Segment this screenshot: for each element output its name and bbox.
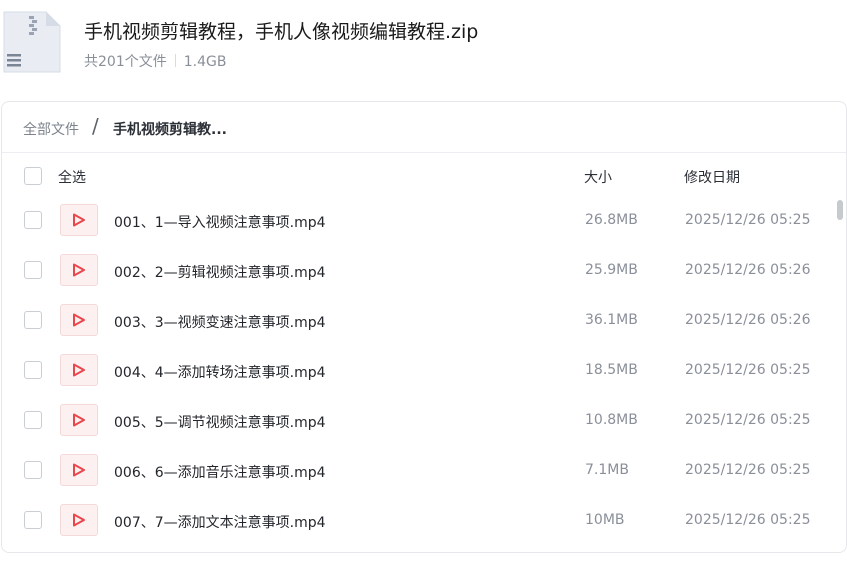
file-row[interactable]: 005、5—调节视频注意事项.mp4 10.8MB 2025/12/26 05:…	[2, 400, 846, 450]
file-modified-date: 2025/12/26 05:25	[685, 512, 811, 528]
select-all-checkbox[interactable]	[24, 167, 42, 185]
file-name[interactable]: 003、3—视频变速注意事项.mp4	[114, 312, 326, 332]
video-file-icon	[60, 354, 98, 386]
archive-title: 手机视频剪辑教程，手机人像视频编辑教程.zip	[84, 21, 479, 43]
file-row[interactable]: 006、6—添加音乐注意事项.mp4 7.1MB 2025/12/26 05:2…	[2, 450, 846, 500]
video-file-icon	[60, 204, 98, 236]
file-row[interactable]: 003、3—视频变速注意事项.mp4 36.1MB 2025/12/26 05:…	[2, 300, 846, 350]
file-size: 10.8MB	[585, 412, 638, 428]
row-checkbox[interactable]	[24, 311, 42, 329]
meta-divider	[174, 54, 176, 67]
file-name[interactable]: 006、6—添加音乐注意事项.mp4	[114, 462, 326, 482]
row-checkbox[interactable]	[24, 211, 42, 229]
file-name[interactable]: 005、5—调节视频注意事项.mp4	[114, 412, 326, 432]
file-row[interactable]: 007、7—添加文本注意事项.mp4 10MB 2025/12/26 05:25	[2, 500, 846, 550]
file-name[interactable]: 004、4—添加转场注意事项.mp4	[114, 362, 326, 382]
column-header-size[interactable]: 大小	[584, 167, 612, 187]
video-file-icon	[60, 404, 98, 436]
breadcrumb-current: 手机视频剪辑教...	[113, 122, 227, 138]
file-name[interactable]: 002、2—剪辑视频注意事项.mp4	[114, 262, 326, 282]
video-file-icon	[60, 304, 98, 336]
file-size: 10MB	[585, 512, 625, 528]
file-list-panel: 全部文件 / 手机视频剪辑教... 全选 大小 修改日期 001、1—导入视频注…	[1, 101, 847, 553]
file-size: 7.1MB	[585, 462, 629, 478]
file-size: 36.1MB	[585, 312, 638, 328]
file-modified-date: 2025/12/26 05:26	[685, 312, 811, 328]
file-row[interactable]: 001、1—导入视频注意事项.mp4 26.8MB 2025/12/26 05:…	[2, 200, 846, 250]
breadcrumb-root-link[interactable]: 全部文件	[23, 119, 79, 139]
file-row[interactable]: 002、2—剪辑视频注意事项.mp4 25.9MB 2025/12/26 05:…	[2, 250, 846, 300]
file-size: 25.9MB	[585, 262, 638, 278]
file-name[interactable]: 007、7—添加文本注意事项.mp4	[114, 512, 326, 532]
row-checkbox[interactable]	[24, 361, 42, 379]
video-file-icon	[60, 504, 98, 536]
row-checkbox[interactable]	[24, 511, 42, 529]
file-modified-date: 2025/12/26 05:26	[685, 262, 811, 278]
breadcrumb-separator: /	[92, 114, 99, 138]
video-file-icon	[60, 454, 98, 486]
file-name[interactable]: 001、1—导入视频注意事项.mp4	[114, 212, 326, 232]
scrollbar-thumb[interactable]	[837, 200, 843, 220]
video-file-icon	[60, 254, 98, 286]
breadcrumb: 全部文件 / 手机视频剪辑教...	[2, 102, 846, 153]
file-modified-date: 2025/12/26 05:25	[685, 462, 811, 478]
column-header-modified[interactable]: 修改日期	[684, 167, 740, 187]
archive-meta: 共201个文件 1.4GB	[84, 51, 226, 71]
file-modified-date: 2025/12/26 05:25	[685, 412, 811, 428]
row-checkbox[interactable]	[24, 411, 42, 429]
file-row[interactable]: 004、4—添加转场注意事项.mp4 18.5MB 2025/12/26 05:…	[2, 350, 846, 400]
table-header: 全选 大小 修改日期	[2, 152, 846, 200]
row-checkbox[interactable]	[24, 261, 42, 279]
row-checkbox[interactable]	[24, 461, 42, 479]
file-modified-date: 2025/12/26 05:25	[685, 212, 811, 228]
file-modified-date: 2025/12/26 05:25	[685, 362, 811, 378]
file-size: 26.8MB	[585, 212, 638, 228]
total-size: 1.4GB	[183, 54, 227, 70]
file-size: 18.5MB	[585, 362, 638, 378]
archive-header: 手机视频剪辑教程，手机人像视频编辑教程.zip 共201个文件 1.4GB	[0, 0, 847, 90]
file-rows: 001、1—导入视频注意事项.mp4 26.8MB 2025/12/26 05:…	[2, 200, 846, 552]
zip-file-icon	[3, 11, 61, 73]
file-count: 共201个文件	[84, 54, 167, 70]
select-all-label[interactable]: 全选	[58, 167, 86, 187]
